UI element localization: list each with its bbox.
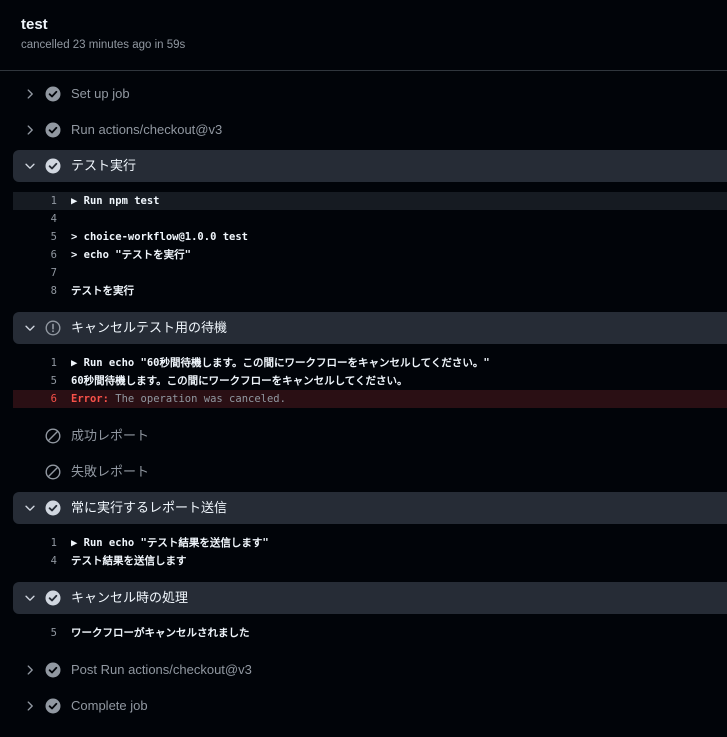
log-text: テスト結果を送信します xyxy=(71,555,187,567)
chevron-down-icon xyxy=(25,595,35,601)
line-number[interactable]: 1 xyxy=(13,192,57,210)
step-cancel-wait[interactable]: キャンセルテスト用の待機 xyxy=(13,312,727,344)
alert-circle-icon xyxy=(45,320,61,336)
log-text: 60秒間待機します。この間にワークフローをキャンセルしてください。 xyxy=(71,375,408,387)
log-text: Error: The operation was canceled. xyxy=(71,390,286,408)
step-name: Run actions/checkout@v3 xyxy=(71,122,223,137)
log-text: ▶ Run npm test xyxy=(71,195,160,207)
step-name: Complete job xyxy=(71,698,148,713)
line-number[interactable]: 4 xyxy=(13,210,57,228)
check-circle-icon xyxy=(45,158,61,174)
line-number[interactable]: 6 xyxy=(13,246,57,264)
step-name: Post Run actions/checkout@v3 xyxy=(71,662,252,677)
chevron-right-icon xyxy=(27,701,33,711)
step-name: 成功レポート xyxy=(71,428,150,443)
job-header: test cancelled 23 minutes ago in 59s xyxy=(0,0,727,71)
line-number[interactable]: 5 xyxy=(13,228,57,246)
log-line[interactable]: 5 60秒間待機します。この間にワークフローをキャンセルしてください。 xyxy=(13,372,727,390)
step-name: キャンセルテスト用の待機 xyxy=(71,320,228,335)
log-line[interactable]: 1 ▶ Run echo "テスト結果を送信します" xyxy=(13,534,727,552)
chevron-right-icon xyxy=(27,89,33,99)
chevron-down-icon xyxy=(25,325,35,331)
log-line-error[interactable]: 6 Error: The operation was canceled. xyxy=(13,390,727,408)
step-name: 失敗レポート xyxy=(71,464,150,479)
step-name: テスト実行 xyxy=(71,158,137,173)
error-message: The operation was canceled. xyxy=(108,393,286,405)
job-status-text: cancelled 23 minutes ago in 59s xyxy=(21,39,186,51)
line-number[interactable]: 5 xyxy=(13,372,57,390)
log-text: ワークフローがキャンセルされました xyxy=(71,627,250,639)
step-name: キャンセル時の処理 xyxy=(71,590,189,605)
line-number[interactable]: 6 xyxy=(13,390,57,408)
check-circle-icon xyxy=(45,698,61,714)
log-text: > choice-workflow@1.0.0 test xyxy=(71,231,249,243)
line-number[interactable]: 5 xyxy=(13,624,57,642)
step-name: 常に実行するレポート送信 xyxy=(71,500,228,515)
log-text: ▶ Run echo "テスト結果を送信します" xyxy=(71,537,269,549)
log-line[interactable]: 4 xyxy=(13,210,727,228)
log-text: ▶ Run echo "60秒間待機します。この間にワークフローをキャンセルして… xyxy=(71,357,490,369)
step-set-up-job[interactable]: Set up job xyxy=(13,78,727,110)
job-title: test xyxy=(21,16,48,33)
line-number[interactable]: 1 xyxy=(13,354,57,372)
chevron-right-icon xyxy=(27,665,33,675)
chevron-right-icon xyxy=(27,125,33,135)
log-line[interactable]: 7 xyxy=(13,264,727,282)
check-circle-icon xyxy=(45,500,61,516)
skip-icon xyxy=(45,464,61,480)
log-line[interactable]: 6 > echo "テストを実行" xyxy=(13,246,727,264)
log-line[interactable]: 1 ▶ Run echo "60秒間待機します。この間にワークフローをキャンセル… xyxy=(13,354,727,372)
step-test-run[interactable]: テスト実行 xyxy=(13,150,727,182)
log-line[interactable]: 8 テストを実行 xyxy=(13,282,727,300)
log-line[interactable]: 5 ワークフローがキャンセルされました xyxy=(13,624,727,642)
log-line[interactable]: 4 テスト結果を送信します xyxy=(13,552,727,570)
chevron-down-icon xyxy=(25,505,35,511)
log-text: テストを実行 xyxy=(71,285,134,297)
check-circle-icon xyxy=(45,590,61,606)
log-line[interactable]: 1 ▶ Run npm test xyxy=(13,192,727,210)
step-checkout[interactable]: Run actions/checkout@v3 xyxy=(13,114,727,146)
step-name: Set up job xyxy=(71,86,130,101)
check-circle-icon xyxy=(45,662,61,678)
log-text: > echo "テストを実行" xyxy=(71,249,191,261)
chevron-down-icon xyxy=(25,163,35,169)
step-post-checkout[interactable]: Post Run actions/checkout@v3 xyxy=(13,654,727,686)
check-circle-icon xyxy=(45,86,61,102)
line-number[interactable]: 4 xyxy=(13,552,57,570)
log-line[interactable]: 5 > choice-workflow@1.0.0 test xyxy=(13,228,727,246)
error-label: Error: xyxy=(71,393,109,405)
step-on-cancel[interactable]: キャンセル時の処理 xyxy=(13,582,727,614)
step-always-report[interactable]: 常に実行するレポート送信 xyxy=(13,492,727,524)
line-number[interactable]: 7 xyxy=(13,264,57,282)
line-number[interactable]: 8 xyxy=(13,282,57,300)
check-circle-icon xyxy=(45,122,61,138)
line-number[interactable]: 1 xyxy=(13,534,57,552)
step-complete-job[interactable]: Complete job xyxy=(13,690,727,722)
step-success-report[interactable]: 成功レポート xyxy=(13,420,727,452)
step-failure-report[interactable]: 失敗レポート xyxy=(13,456,727,488)
skip-icon xyxy=(45,428,61,444)
